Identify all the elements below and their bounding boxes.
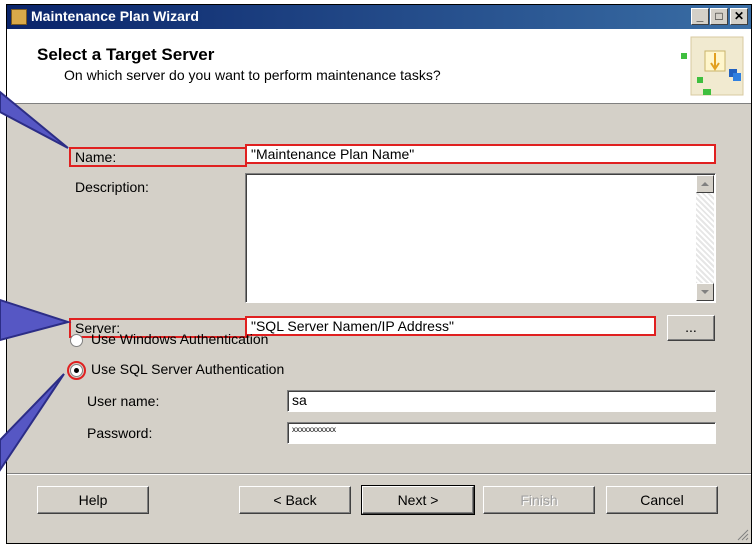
maximize-button[interactable]: □	[710, 8, 728, 25]
description-label: Description:	[75, 179, 149, 195]
windows-auth-radio[interactable]	[70, 334, 83, 347]
password-label: Password:	[87, 425, 153, 441]
sql-auth-label[interactable]: Use SQL Server Authentication	[91, 361, 284, 377]
name-input[interactable]: "Maintenance Plan Name"	[245, 144, 716, 164]
server-input[interactable]: "SQL Server Namen/IP Address"	[245, 316, 656, 336]
title-bar[interactable]: Maintenance Plan Wizard _ □ ✕	[7, 5, 751, 29]
browse-server-button[interactable]: ...	[667, 315, 715, 341]
next-button[interactable]: Next >	[361, 485, 475, 515]
wizard-graphic-icon	[681, 36, 744, 96]
minimize-button[interactable]: _	[691, 8, 709, 25]
arrow-up-icon	[701, 182, 709, 186]
resize-grip-icon[interactable]	[737, 529, 749, 541]
cancel-button[interactable]: Cancel	[606, 486, 718, 514]
windows-auth-label[interactable]: Use Windows Authentication	[91, 331, 268, 347]
scroll-down-button[interactable]	[696, 283, 714, 301]
app-icon	[11, 9, 27, 25]
close-button[interactable]: ✕	[730, 8, 748, 25]
footer-divider	[7, 473, 751, 475]
help-button[interactable]: Help	[37, 486, 149, 514]
finish-button[interactable]: Finish	[483, 486, 595, 514]
wizard-header: Select a Target Server On which server d…	[7, 29, 751, 104]
name-label: Name:	[69, 147, 247, 167]
window-title: Maintenance Plan Wizard	[31, 8, 199, 24]
page-title: Select a Target Server	[37, 45, 215, 64]
page-subtitle: On which server do you want to perform m…	[64, 67, 441, 83]
username-input[interactable]: sa	[287, 390, 716, 412]
wizard-window: Maintenance Plan Wizard _ □ ✕ Select a T…	[6, 4, 752, 544]
sql-auth-radio[interactable]	[70, 364, 83, 377]
username-label: User name:	[87, 393, 160, 409]
scroll-up-button[interactable]	[696, 175, 714, 193]
arrow-down-icon	[701, 290, 709, 294]
password-input[interactable]: xxxxxxxxxxx	[287, 422, 716, 444]
description-textarea[interactable]	[245, 173, 716, 303]
description-scrollbar[interactable]	[696, 175, 714, 301]
back-button[interactable]: < Back	[239, 486, 351, 514]
